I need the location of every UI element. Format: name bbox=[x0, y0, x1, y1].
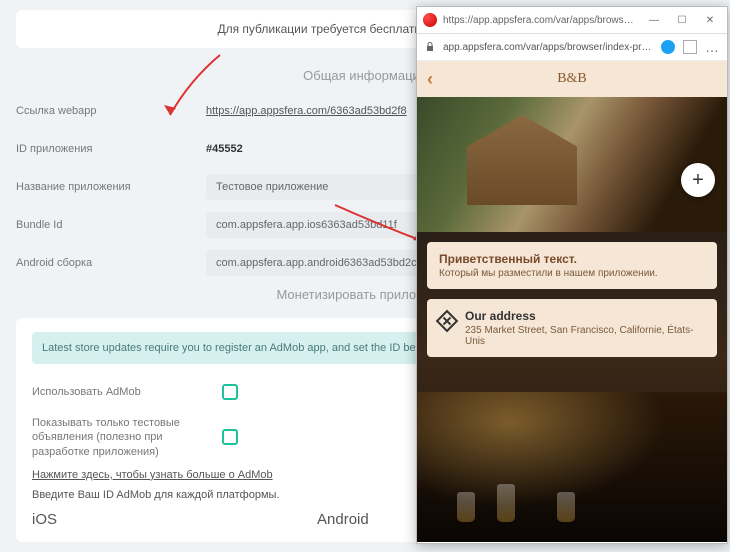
app-brand: B&B bbox=[557, 71, 587, 87]
address-bar[interactable]: app.appsfera.com/var/apps/browser/index-… bbox=[417, 34, 727, 61]
hero-cabin bbox=[467, 115, 577, 205]
webapp-link[interactable]: https://app.appsfera.com/6363ad53bd2f8 bbox=[206, 105, 407, 117]
appid-value: #45552 bbox=[206, 143, 243, 155]
use-admob-label: Использовать AdMob bbox=[32, 386, 222, 398]
address-url: app.appsfera.com/var/apps/browser/index-… bbox=[443, 42, 653, 53]
titlebar: https://app.appsfera.com/var/apps/browse… bbox=[417, 7, 727, 34]
window-title: https://app.appsfera.com/var/apps/browse… bbox=[443, 15, 637, 26]
glass-decor bbox=[457, 492, 475, 522]
maximize-button[interactable]: ☐ bbox=[671, 11, 693, 29]
menu-button[interactable]: … bbox=[705, 39, 719, 55]
app-header: ‹ B&B bbox=[417, 61, 727, 97]
test-ads-checkbox[interactable] bbox=[222, 429, 238, 445]
use-admob-checkbox[interactable] bbox=[222, 384, 238, 400]
hero-image: + bbox=[417, 97, 727, 232]
bundle-label: Bundle Id bbox=[16, 219, 206, 231]
close-button[interactable]: ✕ bbox=[699, 11, 721, 29]
address-sub: 235 Market Street, San Francisco, Califo… bbox=[465, 325, 705, 347]
fab-add-button[interactable]: + bbox=[681, 163, 715, 197]
lock-icon bbox=[425, 42, 435, 52]
appid-label: ID приложения bbox=[16, 143, 206, 155]
extension-icon[interactable] bbox=[683, 40, 697, 54]
minimize-button[interactable]: — bbox=[643, 11, 665, 29]
opera-icon bbox=[423, 13, 437, 27]
address-title: Our address bbox=[465, 309, 705, 323]
bar-scene-image bbox=[417, 392, 727, 542]
glass-decor bbox=[497, 484, 515, 522]
welcome-sub: Который мы разместили в нашем приложении… bbox=[439, 268, 705, 279]
appname-label: Название приложения bbox=[16, 181, 206, 193]
app-content: Приветственный текст. Который мы размест… bbox=[417, 232, 727, 542]
android-label: Android сборка bbox=[16, 257, 206, 269]
shield-icon[interactable] bbox=[661, 40, 675, 54]
address-icon bbox=[436, 310, 459, 333]
platform-ios: iOS bbox=[32, 511, 57, 528]
welcome-tile[interactable]: Приветственный текст. Который мы размест… bbox=[427, 242, 717, 289]
welcome-title: Приветственный текст. bbox=[439, 252, 705, 266]
platform-android: Android bbox=[317, 511, 369, 528]
browser-window: https://app.appsfera.com/var/apps/browse… bbox=[416, 6, 728, 544]
address-tile[interactable]: Our address 235 Market Street, San Franc… bbox=[427, 299, 717, 357]
webapp-label: Ссылка webapp bbox=[16, 105, 206, 117]
glass-decor bbox=[557, 492, 575, 522]
back-button[interactable]: ‹ bbox=[427, 69, 433, 90]
test-ads-label: Показывать только тестовые объявления (п… bbox=[32, 416, 222, 459]
